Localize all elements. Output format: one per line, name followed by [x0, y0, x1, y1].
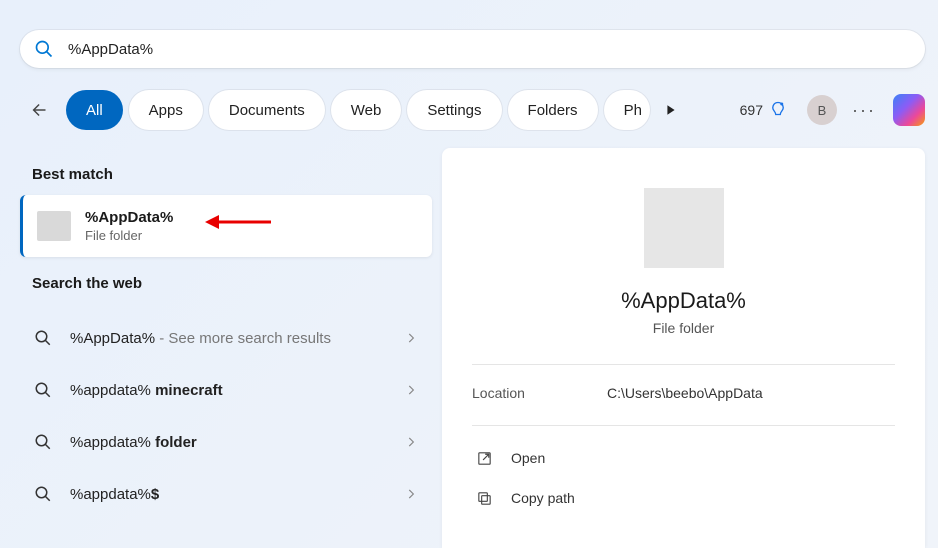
copy-icon — [476, 490, 493, 507]
copy-path-label: Copy path — [511, 490, 575, 506]
more-button[interactable]: ··· — [849, 95, 879, 125]
preview-panel: %AppData% File folder Location C:\Users\… — [442, 148, 925, 548]
search-icon — [34, 39, 54, 59]
result-title: %AppData% — [85, 209, 173, 226]
filter-settings[interactable]: Settings — [407, 90, 501, 130]
back-button[interactable] — [20, 90, 60, 130]
rewards-points[interactable]: 697 — [732, 101, 795, 119]
chevron-right-icon — [404, 331, 418, 345]
divider — [472, 425, 895, 426]
search-input[interactable] — [68, 41, 911, 58]
search-web-label: Search the web — [20, 257, 432, 304]
web-result-item[interactable]: %appdata% minecraft — [20, 364, 432, 416]
filter-scroll-right[interactable] — [656, 90, 686, 130]
search-icon — [34, 329, 52, 347]
location-label: Location — [472, 385, 607, 401]
location-value: C:\Users\beebo\AppData — [607, 385, 763, 401]
web-result-text: %appdata% folder — [70, 434, 386, 451]
filter-photos[interactable]: Ph — [604, 90, 650, 130]
filter-documents[interactable]: Documents — [209, 90, 325, 130]
filter-all[interactable]: All — [66, 90, 123, 130]
chevron-right-icon — [404, 383, 418, 397]
divider — [472, 364, 895, 365]
search-icon — [34, 485, 52, 503]
open-action[interactable]: Open — [472, 438, 895, 478]
copy-path-action[interactable]: Copy path — [472, 478, 895, 518]
preview-subtitle: File folder — [472, 320, 895, 336]
open-label: Open — [511, 450, 545, 466]
web-result-item[interactable]: %AppData% - See more search results — [20, 312, 432, 364]
result-subtitle: File folder — [85, 228, 173, 243]
location-row: Location C:\Users\beebo\AppData — [472, 385, 895, 401]
results-column: Best match %AppData% File folder Search … — [20, 148, 432, 520]
best-match-label: Best match — [20, 148, 432, 195]
preview-folder-icon — [644, 188, 724, 268]
preview-actions: Open Copy path — [472, 438, 895, 518]
web-result-text: %AppData% - See more search results — [70, 330, 386, 347]
web-result-item[interactable]: %appdata%$ — [20, 468, 432, 520]
filter-folders[interactable]: Folders — [508, 90, 598, 130]
rewards-icon — [769, 101, 787, 119]
best-match-result[interactable]: %AppData% File folder — [20, 195, 432, 257]
web-result-text: %appdata% minecraft — [70, 382, 386, 399]
open-icon — [476, 450, 493, 467]
folder-icon — [37, 211, 71, 241]
filter-bar: All Apps Documents Web Settings Folders … — [20, 88, 925, 132]
search-icon — [34, 381, 52, 399]
copilot-button[interactable] — [893, 94, 925, 126]
arrow-left-icon — [29, 99, 51, 121]
filter-apps[interactable]: Apps — [129, 90, 203, 130]
filter-web[interactable]: Web — [331, 90, 402, 130]
points-value: 697 — [740, 102, 763, 118]
web-result-item[interactable]: %appdata% folder — [20, 416, 432, 468]
user-avatar[interactable]: B — [807, 95, 837, 125]
chevron-right-icon — [404, 435, 418, 449]
web-results-list: %AppData% - See more search results %app… — [20, 312, 432, 520]
search-icon — [34, 433, 52, 451]
annotation-arrow-icon — [203, 207, 273, 237]
chevron-right-icon — [404, 487, 418, 501]
triangle-right-icon — [665, 104, 677, 116]
preview-title: %AppData% — [472, 288, 895, 314]
web-result-text: %appdata%$ — [70, 486, 386, 503]
search-box[interactable] — [20, 30, 925, 68]
